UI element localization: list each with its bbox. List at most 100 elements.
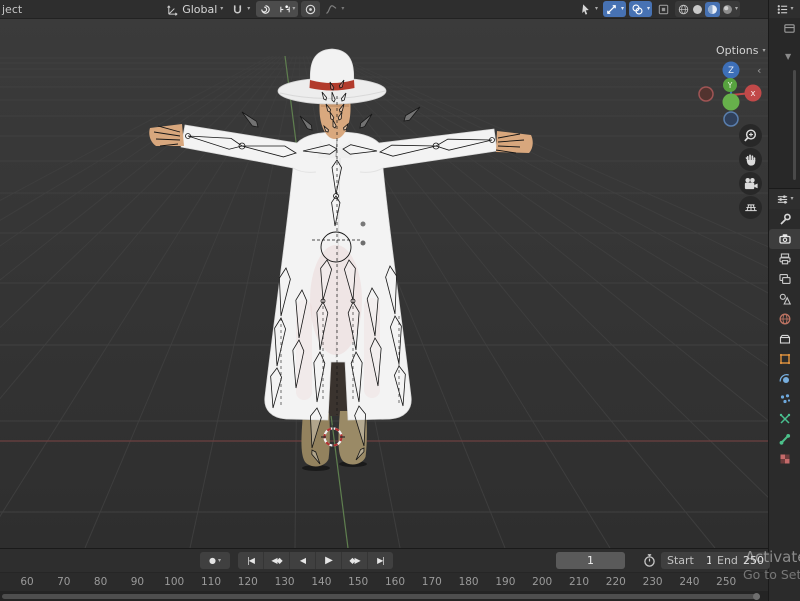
jump-to-end-button[interactable]: ▶| — [368, 552, 393, 569]
particles-properties-tab[interactable] — [769, 389, 800, 409]
tool-properties-tab[interactable] — [769, 209, 800, 229]
ruler-tick-label: 160 — [384, 576, 406, 588]
shading-wireframe-button[interactable] — [677, 3, 690, 16]
filter-dropdown-icon[interactable]: ▼ — [785, 52, 791, 61]
ruler-tick-label: 210 — [568, 576, 590, 588]
auto-keying-record-button[interactable]: ● ▾ — [200, 552, 230, 569]
gizmo-axis-z-neg[interactable] — [723, 111, 739, 127]
play-button[interactable]: ▶ — [316, 552, 342, 569]
view-layer-icon — [779, 274, 791, 284]
falloff-curve-dropdown[interactable]: ▾ — [320, 1, 348, 17]
show-gizmo-toggle[interactable]: ▾ — [602, 1, 626, 17]
view-layer-properties-tab[interactable] — [769, 269, 800, 289]
circle-dot-icon — [306, 4, 316, 14]
chevron-down-icon: ▾ — [217, 556, 221, 564]
chevron-down-icon: ▾ — [247, 5, 251, 12]
current-frame-field[interactable]: 1 — [556, 552, 625, 569]
ruler-tick-label: 190 — [495, 576, 516, 588]
ruler-tick-label: 240 — [679, 576, 700, 588]
timeline-ruler[interactable]: 60 70 80 90 100 110 120 130 140 150 160 170 180 190 20… — [0, 572, 768, 592]
gizmo-axis-x-neg[interactable] — [698, 86, 714, 102]
outliner-display-mode-icon[interactable] — [783, 22, 796, 35]
coat-button — [360, 221, 366, 227]
stopwatch-icon[interactable] — [642, 553, 657, 568]
chevron-down-icon: ▾ — [646, 5, 650, 12]
axis-x-label: x — [750, 89, 755, 99]
ruler-tick-label: 230 — [642, 576, 663, 588]
ruler-tick-label: 220 — [605, 576, 626, 588]
object-properties-tab[interactable] — [769, 349, 800, 369]
next-keyframe-button[interactable]: ◆▶ — [342, 552, 368, 569]
object-visibility-dropdown[interactable]: ▾ — [577, 1, 600, 17]
render-properties-tab[interactable] — [769, 229, 800, 249]
chevron-down-icon[interactable]: ▾ — [735, 6, 738, 12]
chevron-down-icon: ▾ — [292, 5, 296, 12]
axis-y-label: Y — [727, 81, 733, 90]
constraints-icon — [779, 413, 791, 424]
properties-editor-icon — [778, 194, 788, 204]
hand-icon — [745, 154, 756, 166]
record-icon: ● — [209, 556, 216, 565]
shading-material-preview-button[interactable] — [704, 1, 720, 17]
toggle-xray-button[interactable] — [655, 1, 672, 17]
show-overlays-toggle[interactable]: ▾ — [628, 1, 652, 17]
ruler-tick-label: 180 — [458, 576, 479, 588]
toggle-perspective-button[interactable] — [739, 196, 762, 219]
ruler-tick-label: 200 — [532, 576, 553, 588]
tool-icon — [780, 213, 791, 225]
prev-keyframe-button[interactable]: ◀◆ — [264, 552, 290, 569]
constraints-properties-tab[interactable] — [769, 409, 800, 429]
magnet-icon — [234, 4, 242, 13]
chevron-down-icon: ▾ — [790, 195, 794, 202]
start-label: Start — [667, 554, 694, 567]
camera-icon — [744, 177, 758, 189]
pan-view-button[interactable] — [739, 148, 762, 171]
snapping-toggle[interactable]: ▾ — [227, 1, 254, 17]
grid-perspective-icon — [744, 203, 757, 211]
jump-to-start-button[interactable]: |◀ — [238, 552, 264, 569]
frame-end-field[interactable]: End 250 — [711, 552, 770, 569]
proportional-editing-toggle[interactable] — [256, 1, 275, 17]
collection-properties-tab[interactable] — [769, 329, 800, 349]
object-data-properties-tab[interactable] — [769, 429, 800, 449]
chevron-down-icon: ▾ — [620, 5, 624, 12]
ruler-tick-label: 120 — [237, 576, 258, 588]
mode-label-truncated[interactable]: ject — [2, 3, 22, 16]
end-label: End — [717, 554, 738, 567]
texture-properties-tab[interactable] — [769, 449, 800, 469]
sidebar-collapse-arrow[interactable]: ‹ — [757, 64, 761, 77]
shading-rendered-button[interactable] — [721, 3, 734, 16]
output-properties-tab[interactable] — [769, 249, 800, 269]
world-properties-tab[interactable] — [769, 309, 800, 329]
solid-sphere-icon — [693, 4, 702, 14]
shading-solid-button[interactable] — [691, 3, 704, 16]
outliner-panel: ▾ ▼ — [768, 0, 800, 188]
ruler-tick-label: 100 — [164, 576, 185, 588]
options-dropdown[interactable]: Options ▾ — [710, 42, 771, 59]
overlays-icon — [632, 3, 643, 15]
outliner-scrollbar[interactable] — [793, 70, 796, 180]
ruler-tick-label: 170 — [421, 576, 442, 588]
proportional-edit-objects-toggle[interactable] — [301, 1, 321, 17]
ruler-tick-label: 150 — [348, 576, 369, 588]
properties-editor-type-button[interactable]: ▾ — [769, 189, 800, 209]
physics-properties-tab[interactable] — [769, 369, 800, 389]
scene-properties-tab[interactable] — [769, 289, 800, 309]
current-frame-value: 1 — [587, 554, 594, 567]
play-reverse-button[interactable]: ◀ — [290, 552, 316, 569]
zoom-view-button[interactable] — [739, 124, 762, 147]
outliner-header[interactable]: ▾ — [769, 0, 800, 18]
snap-target-dropdown[interactable]: ▾ — [275, 1, 298, 17]
viewport-canvas[interactable] — [0, 18, 768, 548]
coat-button — [360, 240, 366, 246]
timeline-scrollbar-handle[interactable] — [753, 592, 760, 600]
chevron-down-icon: ▾ — [341, 5, 345, 12]
camera-view-button[interactable] — [739, 172, 762, 195]
timeline-scrollbar[interactable] — [2, 593, 760, 599]
gizmo-axis-y-neg[interactable] — [722, 93, 740, 111]
physics-icon — [779, 374, 789, 383]
transform-orientation-dropdown[interactable]: Global ▾ — [162, 1, 227, 17]
render-icon — [779, 234, 791, 244]
object-icon — [779, 353, 791, 365]
viewport-3d[interactable]: Z Y x Options ▾ ‹ — [0, 18, 768, 548]
